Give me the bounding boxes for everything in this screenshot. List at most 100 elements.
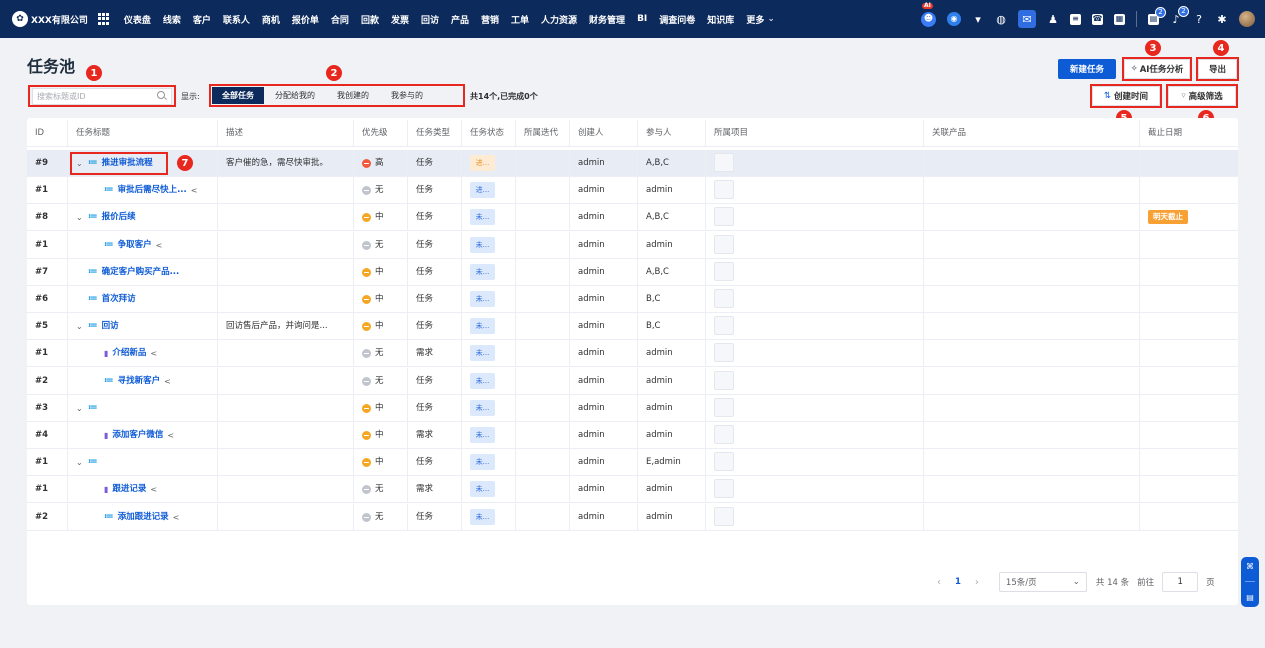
help-icon[interactable]: ? — [1193, 13, 1205, 25]
status-badge[interactable]: 未... — [470, 481, 495, 497]
tab-participated[interactable]: 我参与的 — [380, 87, 434, 104]
nav-more[interactable]: 更多 — [740, 13, 770, 26]
search-icon[interactable] — [157, 91, 165, 99]
ai-robot-icon[interactable]: ☻ AI — [921, 2, 936, 27]
tool-icon[interactable]: ⌘ — [1246, 562, 1254, 571]
nav-item[interactable]: 营销 — [475, 13, 505, 26]
table-row[interactable]: #1 ▮ 跟进记录 < 无 需求 未... admin admin — [27, 476, 1238, 503]
task-title-link[interactable]: 审批后需尽快上... — [118, 177, 187, 204]
nav-item[interactable]: 发票 — [385, 13, 415, 26]
nav-item[interactable]: 回款 — [355, 13, 385, 26]
table-row[interactable]: #9 ⌄ ≔ 推进审批流程 客户催的急，需尽快审批。高任务 进... admin A,B,C — [27, 150, 1238, 177]
tab-assigned-to-me[interactable]: 分配给我的 — [264, 87, 326, 104]
project-select[interactable] — [714, 180, 734, 199]
ai-analysis-button[interactable]: ✧ AI任务分析 — [1124, 59, 1190, 79]
project-select[interactable] — [714, 479, 734, 498]
nav-item[interactable]: 回访 — [415, 13, 445, 26]
tab-all-tasks[interactable]: 全部任务 — [212, 87, 264, 104]
message-icon[interactable]: ▾ — [972, 13, 984, 25]
doc-tool-icon[interactable]: ▤ — [1246, 593, 1254, 602]
status-badge[interactable]: 未... — [470, 345, 495, 361]
table-row[interactable]: #7 ≔ 确定客户购买产品... 中 任务 未... admin A,B,C — [27, 259, 1238, 286]
task-icon[interactable]: ▤ 2 — [1148, 6, 1166, 25]
table-row[interactable]: #2 ≔ 添加跟进记录 < 无 任务 未... admin admin — [27, 504, 1238, 531]
sort-created-time-button[interactable]: ⇅ 创建时间 — [1092, 86, 1160, 106]
nav-item[interactable]: 客户 — [187, 13, 217, 26]
share-icon[interactable]: < — [156, 232, 163, 259]
page-number[interactable]: 1 — [955, 577, 961, 587]
project-select[interactable] — [714, 398, 734, 417]
brand[interactable]: ✿ XXX有限公司 — [12, 11, 88, 27]
nav-item[interactable]: BI — [631, 14, 653, 24]
app-grid-icon[interactable] — [97, 13, 110, 25]
nav-item[interactable]: 调查问卷 — [653, 13, 701, 26]
status-badge[interactable]: 未... — [470, 291, 495, 307]
table-row[interactable]: #6 ≔ 首次拜访 中 任务 未... admin B,C — [27, 286, 1238, 313]
task-title-link[interactable]: 回访 — [102, 313, 119, 340]
page-size-select[interactable]: 15条/页 ⌄ — [998, 572, 1087, 592]
project-select[interactable] — [714, 262, 734, 281]
avatar[interactable] — [1239, 11, 1255, 27]
project-select[interactable] — [714, 153, 734, 172]
table-row[interactable]: #4 ▮ 添加客户微信 < 中 需求 未... admin admin — [27, 422, 1238, 449]
table-row[interactable]: #8 ⌄ ≔ 报价后续 中 任务 未... admin A,B,C 明天截止 — [27, 204, 1238, 231]
expand-chevron-icon[interactable]: ⌄ — [76, 204, 88, 231]
new-task-button[interactable]: 新建任务 — [1058, 59, 1116, 79]
nav-item[interactable]: 财务管理 — [583, 13, 631, 26]
expand-chevron-icon[interactable]: ⌄ — [76, 395, 88, 422]
status-badge[interactable]: 未... — [470, 209, 495, 225]
project-select[interactable] — [714, 207, 734, 226]
project-select[interactable] — [714, 289, 734, 308]
project-select[interactable] — [714, 235, 734, 254]
task-title-link[interactable]: 首次拜访 — [102, 286, 136, 313]
project-select[interactable] — [714, 316, 734, 335]
status-badge[interactable]: 未... — [470, 400, 495, 416]
share-icon[interactable]: < — [150, 476, 157, 503]
task-title-link[interactable]: 添加跟进记录 — [118, 504, 169, 531]
document-icon[interactable]: ≡ — [1070, 13, 1081, 25]
user-icon[interactable]: ♟ — [1047, 13, 1059, 25]
chat-icon[interactable]: ◉ — [947, 12, 961, 26]
table-row[interactable]: #1 ▮ 介绍新品 < 无 需求 未... admin admin — [27, 340, 1238, 367]
tab-created-by-me[interactable]: 我创建的 — [326, 87, 380, 104]
task-title-link[interactable]: 争取客户 — [118, 232, 152, 259]
task-title-link[interactable]: 跟进记录 — [112, 476, 146, 503]
mail-icon[interactable]: ✉ — [1018, 10, 1036, 28]
table-row[interactable]: #3 ⌄ ≔ 中 任务 未... admin admin — [27, 395, 1238, 422]
task-title-link[interactable]: 寻找新客户 — [118, 368, 161, 395]
status-badge[interactable]: 进... — [470, 182, 495, 198]
share-icon[interactable]: < — [150, 340, 157, 367]
task-title-link[interactable]: 介绍新品 — [112, 340, 146, 367]
prev-page-icon[interactable]: ‹ — [937, 577, 941, 588]
expand-chevron-icon[interactable]: ⌄ — [76, 449, 88, 476]
table-row[interactable]: #2 ≔ 寻找新客户 < 无 任务 未... admin admin — [27, 368, 1238, 395]
project-select[interactable] — [714, 507, 734, 526]
search-input[interactable]: 搜索标题或ID — [32, 88, 172, 105]
bell-icon[interactable]: ♪ 2 — [1170, 6, 1189, 25]
nav-item[interactable]: 仪表盘 — [118, 13, 157, 26]
share-icon[interactable]: < — [191, 177, 198, 204]
status-badge[interactable]: 进... — [470, 155, 495, 171]
calendar-icon[interactable]: ▦ — [1114, 13, 1125, 25]
table-row[interactable]: #1 ≔ 争取客户 < 无 任务 未... admin admin — [27, 232, 1238, 259]
nav-item[interactable]: 线索 — [157, 13, 187, 26]
status-badge[interactable]: 未... — [470, 427, 495, 443]
nav-item[interactable]: 报价单 — [286, 13, 325, 26]
status-badge[interactable]: 未... — [470, 373, 495, 389]
status-badge[interactable]: 未... — [470, 318, 495, 334]
nav-item[interactable]: 工单 — [505, 13, 535, 26]
nav-item[interactable]: 产品 — [445, 13, 475, 26]
status-badge[interactable]: 未... — [470, 509, 495, 525]
task-title-link[interactable]: 确定客户购买产品... — [102, 259, 180, 286]
project-select[interactable] — [714, 343, 734, 362]
table-row[interactable]: #1 ⌄ ≔ 中 任务 未... admin E,admin — [27, 449, 1238, 476]
share-icon[interactable]: < — [164, 368, 171, 395]
goto-page-input[interactable]: 1 — [1162, 572, 1199, 592]
table-row[interactable]: #5 ⌄ ≔ 回访 回访售后产品，并询问是... 中 任务 未... admin B,C — [27, 313, 1238, 340]
export-button[interactable]: 导出 — [1198, 59, 1237, 79]
status-badge[interactable]: 未... — [470, 454, 495, 470]
task-title-link[interactable]: 报价后续 — [102, 204, 136, 231]
settings-gear-icon[interactable]: ✱ — [1216, 13, 1228, 25]
nav-item[interactable]: 合同 — [325, 13, 355, 26]
project-select[interactable] — [714, 371, 734, 390]
